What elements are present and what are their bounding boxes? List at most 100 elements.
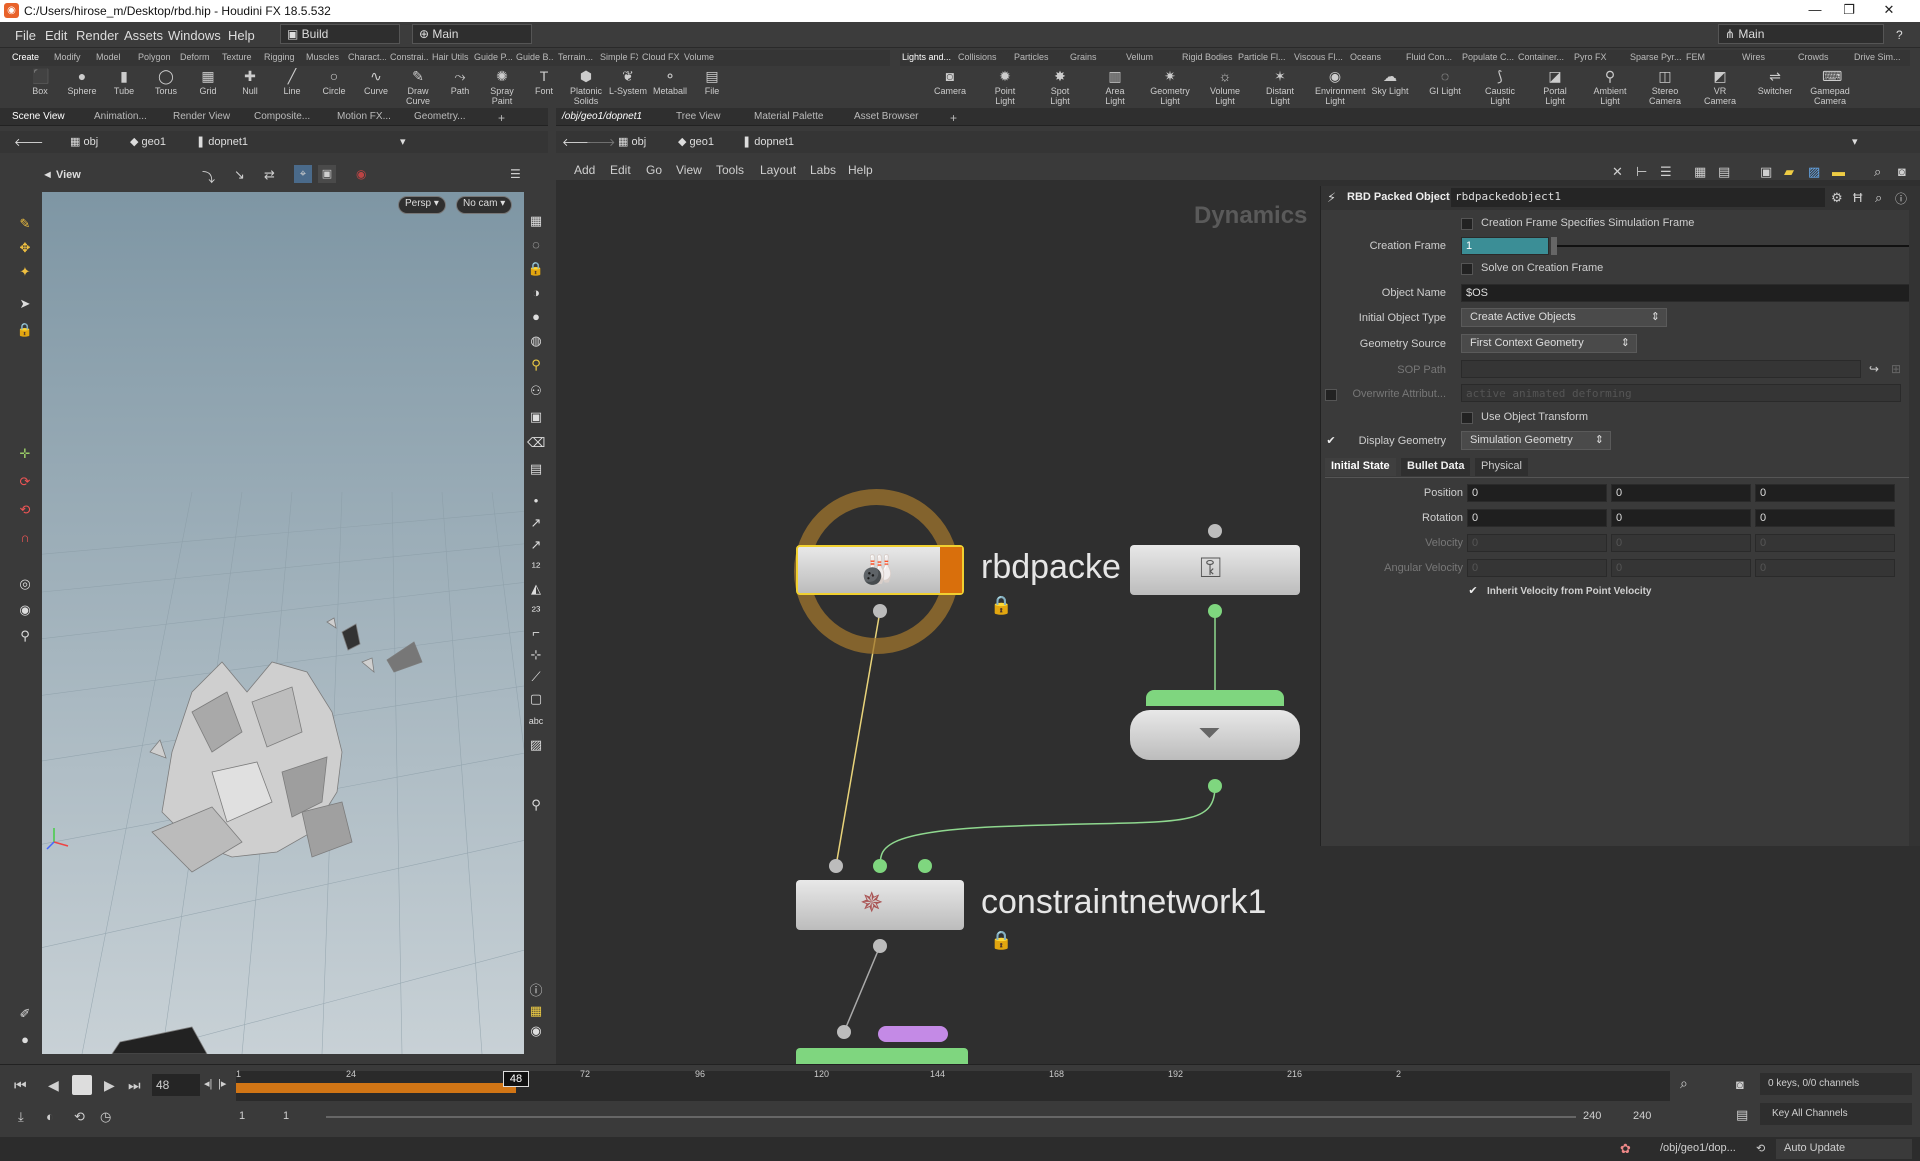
network-desk-select[interactable]: ⊕ Main <box>412 24 532 44</box>
network-menu-tools[interactable]: Tools <box>716 163 744 177</box>
play-reverse-icon[interactable]: ◀ <box>48 1077 59 1094</box>
shading-icon[interactable]: ● <box>527 308 545 326</box>
shelf-right-tab-11[interactable]: Container... <box>1518 52 1570 62</box>
initial-object-type-menu[interactable]: Create Active Objects ⇕ <box>1461 308 1667 327</box>
shelf-right-tab-2[interactable]: Particles <box>1014 52 1066 62</box>
start-frame2-field[interactable]: 1 <box>280 1107 320 1127</box>
light-tool-icon[interactable]: ⚲ <box>16 627 34 645</box>
merge-output-dot[interactable] <box>1208 779 1222 793</box>
timeline-track[interactable]: 48 1 24 72 96 120 144 168 192 216 2 <box>236 1069 1670 1101</box>
rotation-z-field[interactable]: 0 <box>1755 509 1895 527</box>
constraint-input-3-dot[interactable] <box>918 859 932 873</box>
creation-frame-slider[interactable] <box>1557 245 1909 247</box>
angular-velocity-x-field[interactable]: 0 <box>1467 559 1607 577</box>
eye-icon[interactable]: ◉ <box>527 1022 545 1040</box>
velocity-x-field[interactable]: 0 <box>1467 534 1607 552</box>
realtime-icon[interactable]: ⤓ <box>18 1109 24 1125</box>
menu-windows[interactable]: Windows <box>168 28 221 43</box>
help-circle-icon[interactable]: ? <box>1896 28 1903 42</box>
creation-frame-field[interactable]: 1 <box>1461 237 1549 255</box>
sop-path-chooser-icon[interactable]: ⊞ <box>1891 362 1901 376</box>
tab-tree-view[interactable]: Tree View <box>676 111 720 122</box>
right-desk-select[interactable]: ⋔ Main <box>1718 24 1884 44</box>
node-rbdpackedobject1[interactable]: 🎳 <box>796 545 964 595</box>
uv-icon[interactable]: ◭ <box>527 580 545 598</box>
tool-camera-button[interactable]: ◙ Camera <box>930 68 970 96</box>
network-forward-icon[interactable]: 🡒 <box>586 135 616 149</box>
ghost-icon[interactable]: ◌ <box>527 236 545 254</box>
object-name-field[interactable]: $OS <box>1461 284 1911 302</box>
network-menu-add[interactable]: Add <box>574 163 595 177</box>
step-forward-icon[interactable]: |▸ <box>218 1077 226 1090</box>
select-tool-icon[interactable]: ✎ <box>16 215 34 233</box>
crumb-geo1[interactable]: ◆ geo1 <box>130 135 166 148</box>
pin-icon[interactable]: ⌫ <box>527 434 545 452</box>
close-button[interactable]: ✕ <box>1874 2 1904 20</box>
current-frame-field[interactable]: 48 <box>152 1074 200 1096</box>
tab-initial-state[interactable]: Initial State <box>1325 458 1396 476</box>
tumble-icon[interactable]: ⤵ <box>202 167 215 186</box>
tool-cube-button[interactable]: ⬛ Box <box>20 68 60 96</box>
move-tool-icon[interactable]: ✛ <box>16 445 34 463</box>
creation-frame-specifies-checkbox[interactable] <box>1461 218 1473 230</box>
shelf-left-tab-4[interactable]: Deform <box>180 52 218 62</box>
network-crumb-obj[interactable]: ▦ obj <box>618 135 646 148</box>
shelf-left-tab-6[interactable]: Rigging <box>264 52 302 62</box>
range-slider[interactable] <box>326 1116 1576 1118</box>
menu-assets[interactable]: Assets <box>124 28 163 43</box>
network-path-chevron-icon[interactable]: ▾ <box>1852 135 1858 148</box>
shelf-right-tab-15[interactable]: Wires <box>1742 52 1794 62</box>
tool-tube-button[interactable]: ▮ Tube <box>104 68 144 96</box>
marker-icon[interactable]: ⚲ <box>527 796 545 814</box>
record-icon[interactable]: ◉ <box>356 167 366 181</box>
pan-icon[interactable]: ↘ <box>234 167 245 183</box>
menu-render[interactable]: Render <box>76 28 119 43</box>
overwrite-attrib-field[interactable]: active animated deforming <box>1461 384 1901 402</box>
text-icon[interactable]: abc <box>524 712 548 730</box>
tool-null-button[interactable]: ✚ Null <box>230 68 270 96</box>
wrench-icon[interactable]: ✕ <box>1612 164 1623 180</box>
node-name-field[interactable]: rbdpackedobject1 <box>1451 188 1825 207</box>
display-options-icon[interactable]: ▦ <box>527 212 545 230</box>
shelf-right-tab-6[interactable]: Particle Fl... <box>1238 52 1290 62</box>
shelf-left-tab-2[interactable]: Model <box>96 52 134 62</box>
network-menu-go[interactable]: Go <box>646 163 662 177</box>
image-icon[interactable]: ▨ <box>527 736 545 754</box>
display-flag[interactable] <box>940 547 962 593</box>
constraint-input-2-dot[interactable] <box>873 859 887 873</box>
network-search-icon[interactable]: ⌕ <box>1874 164 1881 180</box>
tool-font-button[interactable]: T Font <box>524 68 564 96</box>
shelf-right-tab-3[interactable]: Grains <box>1070 52 1122 62</box>
magnet-icon[interactable]: ∩ <box>16 529 34 547</box>
keys-channels-button[interactable]: 0 keys, 0/0 channels <box>1760 1073 1912 1095</box>
persp-button[interactable]: Persp ▾ <box>398 196 446 214</box>
bone-icon[interactable]: ⟋ <box>527 668 545 686</box>
node-constraintnetwork1[interactable]: ✵ <box>796 880 964 930</box>
param-gear-icon[interactable]: ⚙ <box>1831 190 1843 206</box>
tool-geometry-light-button[interactable]: ✷ Geometry Light <box>1150 68 1190 106</box>
wire-icon[interactable]: ◍ <box>527 332 545 350</box>
tool-portal-light-button[interactable]: ◪ Portal Light <box>1535 68 1575 106</box>
tab-motion-fx[interactable]: Motion FX... <box>337 111 391 122</box>
audio-icon[interactable]: ◙ <box>1736 1077 1744 1092</box>
node-merge[interactable]: ⏷ <box>1130 710 1300 760</box>
angular-velocity-y-field[interactable]: 0 <box>1611 559 1751 577</box>
template-icon[interactable]: ▣ <box>527 408 545 426</box>
camera-select-button[interactable]: No cam ▾ <box>456 196 513 214</box>
shelf-left-tab-3[interactable]: Polygon <box>138 52 176 62</box>
sound-icon[interactable]: ◐ <box>46 1109 54 1124</box>
grid-layout-icon[interactable]: ▦ <box>527 1002 545 1020</box>
back-arrow-icon[interactable]: 🡐 <box>14 135 44 149</box>
update-mode-icon[interactable]: ⟲ <box>1756 1142 1765 1155</box>
list-icon[interactable]: ☰ <box>1660 164 1672 180</box>
tool-gi-light-button[interactable]: ◌ GI Light <box>1425 68 1465 96</box>
network-menu-labs[interactable]: Labs <box>810 163 836 177</box>
shelf-left-tab-7[interactable]: Muscles <box>306 52 344 62</box>
constraint-input-1-dot[interactable] <box>829 859 843 873</box>
tab-geometry[interactable]: Geometry... <box>414 111 466 122</box>
view-tool-icon[interactable]: ◉ <box>16 601 34 619</box>
tool-vr-camera-button[interactable]: ◩ VR Camera <box>1700 68 1740 106</box>
tool-lsystem-button[interactable]: ❦ L-System <box>608 68 648 96</box>
shelf-right-tab-10[interactable]: Populate C... <box>1462 52 1514 62</box>
cube-display-icon[interactable]: ▢ <box>527 690 545 708</box>
